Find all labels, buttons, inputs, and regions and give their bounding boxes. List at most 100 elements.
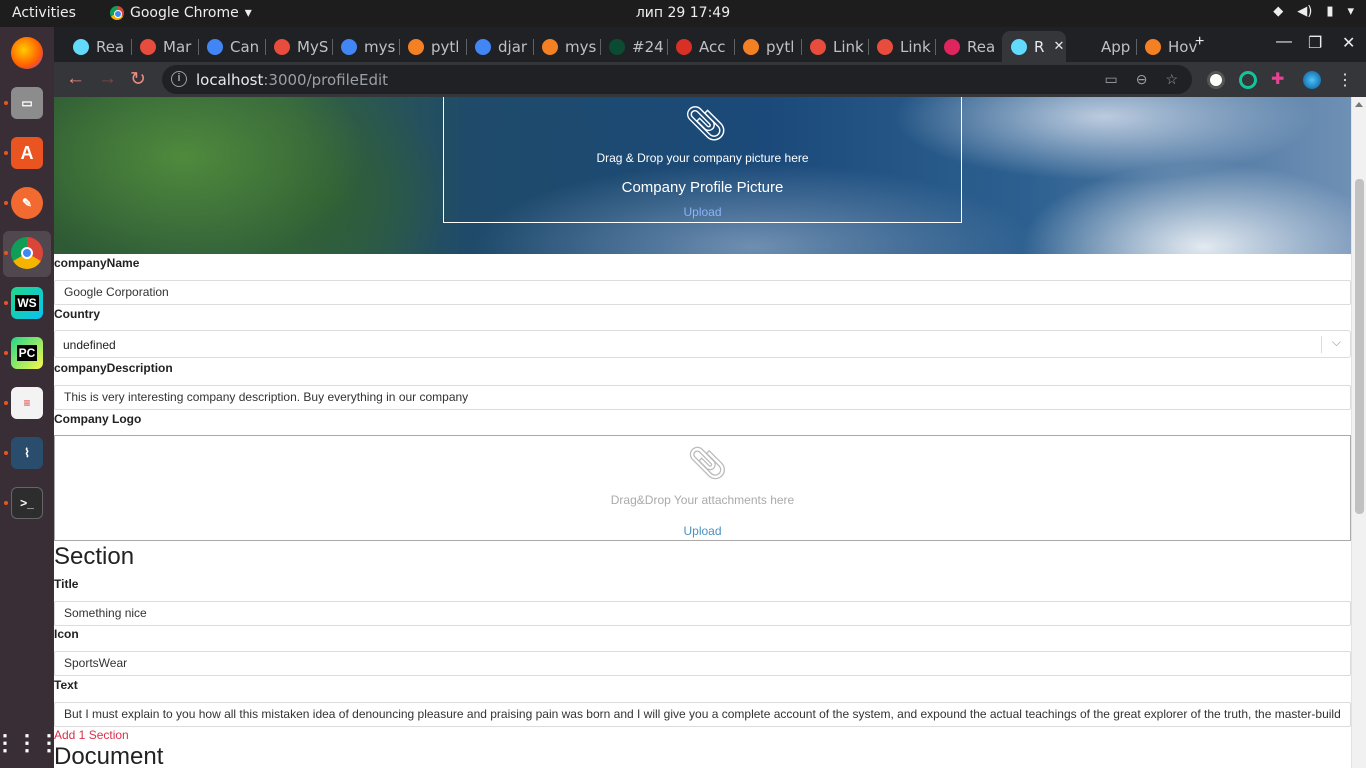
menu-kebab-icon[interactable]: ⋮: [1337, 70, 1353, 90]
tab-favicon-icon: [810, 38, 826, 55]
close-window-icon[interactable]: ✕: [1342, 33, 1355, 53]
mysql-workbench-icon[interactable]: ⌇: [11, 437, 43, 469]
running-indicator: [4, 451, 8, 455]
browser-tab[interactable]: mys: [332, 31, 398, 62]
browser-tab[interactable]: MyS: [265, 31, 331, 62]
tab-label: Rea: [967, 37, 996, 56]
profile-avatar[interactable]: [1303, 71, 1321, 89]
caret-down-icon: ▾: [1347, 4, 1354, 19]
back-icon[interactable]: ←: [66, 68, 85, 90]
close-tab-icon[interactable]: ✕: [1053, 39, 1064, 54]
company-description-input[interactable]: This is very interesting company descrip…: [54, 385, 1351, 410]
firefox-icon[interactable]: [11, 37, 43, 69]
document-heading: Document: [54, 743, 164, 768]
section-icon-label: Icon: [54, 627, 79, 641]
company-logo-upload-link[interactable]: Upload: [55, 524, 1350, 538]
webstorm-icon[interactable]: WS: [11, 287, 43, 319]
tab-label: pytl: [431, 37, 460, 56]
activities-button[interactable]: Activities: [12, 5, 76, 21]
volume-icon: ◀): [1297, 4, 1313, 19]
browser-tab[interactable]: Hov: [1136, 31, 1202, 62]
wifi-icon: ◆: [1273, 4, 1284, 19]
browser-tab[interactable]: #24: [600, 31, 666, 62]
browser-tab[interactable]: Rea: [64, 31, 130, 62]
tab-favicon-icon: [73, 38, 89, 55]
tab-label: #24: [632, 37, 664, 56]
tab-label: Hov: [1168, 37, 1198, 56]
tab-label: Rea: [96, 37, 125, 56]
tab-favicon-icon: [944, 38, 960, 55]
terminal-icon[interactable]: >_: [11, 487, 43, 519]
maximize-icon[interactable]: ❐: [1308, 33, 1322, 53]
cast-icon[interactable]: ▭: [1104, 71, 1117, 88]
system-tray[interactable]: ◆ ◀) ▮ ▾: [1273, 4, 1354, 19]
browser-tab[interactable]: App: [1069, 31, 1135, 62]
scroll-up-icon[interactable]: [1355, 102, 1363, 107]
app-menu[interactable]: Google Chrome ▾: [110, 5, 252, 21]
company-name-label: companyName: [54, 256, 140, 270]
browser-tab[interactable]: djar: [466, 31, 532, 62]
software-center-icon[interactable]: A: [11, 137, 43, 169]
section-title-label: Title: [54, 577, 79, 591]
browser-tab[interactable]: Can: [198, 31, 264, 62]
tab-favicon-icon: [475, 38, 491, 55]
tab-active[interactable]: R ✕: [1002, 31, 1066, 62]
chrome-icon[interactable]: [11, 237, 43, 269]
document-viewer-icon[interactable]: ≡: [11, 387, 43, 419]
puzzle-extensions-icon[interactable]: ✚: [1271, 69, 1289, 88]
chevron-down-icon[interactable]: ⌵: [1332, 335, 1341, 350]
page-scrollbar[interactable]: [1351, 97, 1366, 768]
address-bar[interactable]: i localhost:3000/profileEdit ▭ ⊖ ☆: [162, 65, 1192, 94]
country-select-value: undefined: [63, 338, 116, 352]
tab-favicon-icon: [542, 38, 558, 55]
browser-tab[interactable]: Link: [801, 31, 867, 62]
minimize-icon[interactable]: —: [1276, 33, 1292, 51]
dock: ▭ A ✎ WS PC ≡ ⌇ >_ ⋮⋮⋮: [0, 27, 60, 768]
page-viewport: 📎︎ Drag & Drop your company picture here…: [54, 97, 1351, 768]
extension-icon[interactable]: [1207, 71, 1225, 89]
company-picture-dropzone[interactable]: 📎︎ Drag & Drop your company picture here…: [443, 97, 962, 223]
tab-label: Link: [833, 37, 864, 56]
browser-tab[interactable]: Mar: [131, 31, 197, 62]
tab-label: djar: [498, 37, 528, 56]
select-separator: [1321, 336, 1322, 353]
pycharm-icon[interactable]: PC: [11, 337, 43, 369]
running-indicator: [4, 401, 8, 405]
profile-banner: 📎︎ Drag & Drop your company picture here…: [54, 97, 1351, 254]
section-title-input[interactable]: Something nice: [54, 601, 1351, 626]
show-apps-icon[interactable]: ⋮⋮⋮: [0, 727, 60, 759]
tab-label: App: [1101, 37, 1131, 56]
paperclip-icon: 📎︎: [684, 105, 728, 143]
scrollbar-thumb[interactable]: [1355, 179, 1364, 514]
tab-label: R: [1034, 37, 1045, 56]
reload-icon[interactable]: ↻: [130, 68, 146, 91]
add-section-link[interactable]: Add 1 Section: [54, 728, 129, 742]
tab-label: mys: [565, 37, 597, 56]
browser-tab[interactable]: pytl: [734, 31, 800, 62]
bookmark-star-icon[interactable]: ☆: [1165, 71, 1178, 88]
tab-favicon-icon: [743, 38, 759, 55]
info-icon[interactable]: i: [171, 71, 187, 87]
browser-tab[interactable]: Rea: [935, 31, 1001, 62]
country-label: Country: [54, 307, 100, 321]
running-indicator: [4, 201, 8, 205]
forward-icon[interactable]: →: [98, 68, 117, 90]
section-text-input[interactable]: But I must explain to you how all this m…: [54, 702, 1351, 727]
company-name-input[interactable]: Google Corporation: [54, 280, 1351, 305]
company-picture-upload-link[interactable]: Upload: [444, 205, 961, 219]
tab-favicon-icon: [609, 38, 625, 55]
url-text[interactable]: localhost:3000/profileEdit: [196, 71, 388, 89]
country-select[interactable]: undefined ⌵: [54, 330, 1351, 358]
browser-tab[interactable]: pytl: [399, 31, 465, 62]
section-icon-input[interactable]: SportsWear: [54, 651, 1351, 676]
browser-tab[interactable]: Link: [868, 31, 934, 62]
grammarly-icon[interactable]: [1239, 71, 1257, 89]
zoom-icon[interactable]: ⊖: [1136, 71, 1148, 88]
company-logo-dropzone[interactable]: 📎︎ Drag&Drop Your attachments here Uploa…: [54, 435, 1351, 541]
browser-tab[interactable]: Acc: [667, 31, 733, 62]
company-picture-hint: Drag & Drop your company picture here: [596, 151, 809, 165]
files-icon[interactable]: ▭: [11, 87, 43, 119]
browser-tab[interactable]: mys: [533, 31, 599, 62]
company-logo-hint: Drag&Drop Your attachments here: [610, 493, 795, 507]
postman-icon[interactable]: ✎: [11, 187, 43, 219]
